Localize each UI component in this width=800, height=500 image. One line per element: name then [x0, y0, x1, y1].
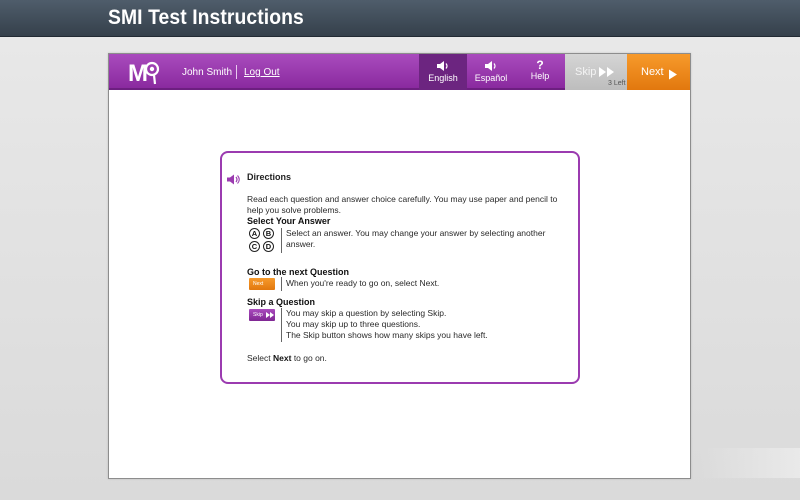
play-arrow-icon — [668, 67, 678, 85]
speaker-icon — [467, 60, 515, 72]
skip-description-line-1: You may skip a question by selecting Ski… — [286, 308, 447, 318]
next-question-heading: Go to the next Question — [247, 267, 350, 277]
go-on-next-word: Next — [273, 353, 292, 363]
espanol-label: Español — [474, 73, 508, 83]
speaker-icon — [419, 60, 467, 72]
sample-skip-button: Skip — [249, 309, 275, 321]
go-on-prefix: Select — [247, 353, 271, 363]
answer-bubble-c: C — [249, 241, 260, 252]
directions-intro: Read each question and answer choice car… — [247, 194, 558, 215]
double-arrow-icon — [266, 311, 275, 318]
user-divider — [236, 65, 237, 79]
go-on-instruction: Select Next to go on. — [247, 353, 327, 364]
page-header: SMI Test Instructions — [0, 0, 800, 37]
skips-left-count: 3 Left — [608, 80, 626, 87]
toolbar: M John Smith Log Out English Español ? H… — [109, 54, 690, 90]
skip-question-heading: Skip a Question — [247, 297, 316, 307]
answer-bubble-b: B — [263, 228, 274, 239]
next-question-description: When you're ready to go on, select Next. — [286, 278, 440, 288]
help-label: Help — [530, 71, 550, 81]
answer-bubble-a: A — [249, 228, 260, 239]
question-mark-icon: ? — [536, 58, 544, 72]
logo-letter: M — [128, 60, 148, 86]
divider — [281, 228, 282, 253]
help-button[interactable]: ? Help — [515, 54, 565, 90]
next-label: Next — [641, 66, 664, 78]
sample-skip-label: Skip — [253, 312, 263, 318]
english-label: English — [428, 73, 458, 83]
espanol-button[interactable]: Español — [467, 54, 515, 90]
answer-bubble-d: D — [263, 241, 274, 252]
skip-button[interactable]: Skip 3 Left — [565, 54, 627, 90]
test-window: M John Smith Log Out English Español ? H… — [108, 53, 691, 479]
divider — [281, 308, 282, 342]
next-button[interactable]: Next — [627, 54, 690, 90]
speaker-icon[interactable] — [226, 172, 240, 190]
directions-heading: Directions — [247, 172, 292, 182]
select-answer-description: Select an answer. You may change your an… — [286, 228, 546, 249]
sample-next-label: Next — [253, 281, 264, 287]
user-name: John Smith — [182, 67, 233, 78]
logo-icon: M — [127, 58, 161, 87]
logout-link[interactable]: Log Out — [244, 67, 280, 78]
skip-label: Skip — [575, 66, 597, 78]
background-shadow — [700, 448, 800, 478]
page-title: SMI Test Instructions — [108, 6, 304, 29]
divider — [281, 277, 282, 291]
directions-card: Directions Read each question and answer… — [220, 151, 580, 384]
select-answer-heading: Select Your Answer — [247, 216, 331, 226]
english-button[interactable]: English — [419, 54, 467, 90]
sample-next-button: Next — [249, 278, 275, 290]
skip-description-line-3: The Skip button shows how many skips you… — [286, 330, 488, 340]
go-on-suffix: to go on. — [293, 353, 327, 363]
skip-description-line-2: You may skip up to three questions. — [286, 319, 421, 329]
